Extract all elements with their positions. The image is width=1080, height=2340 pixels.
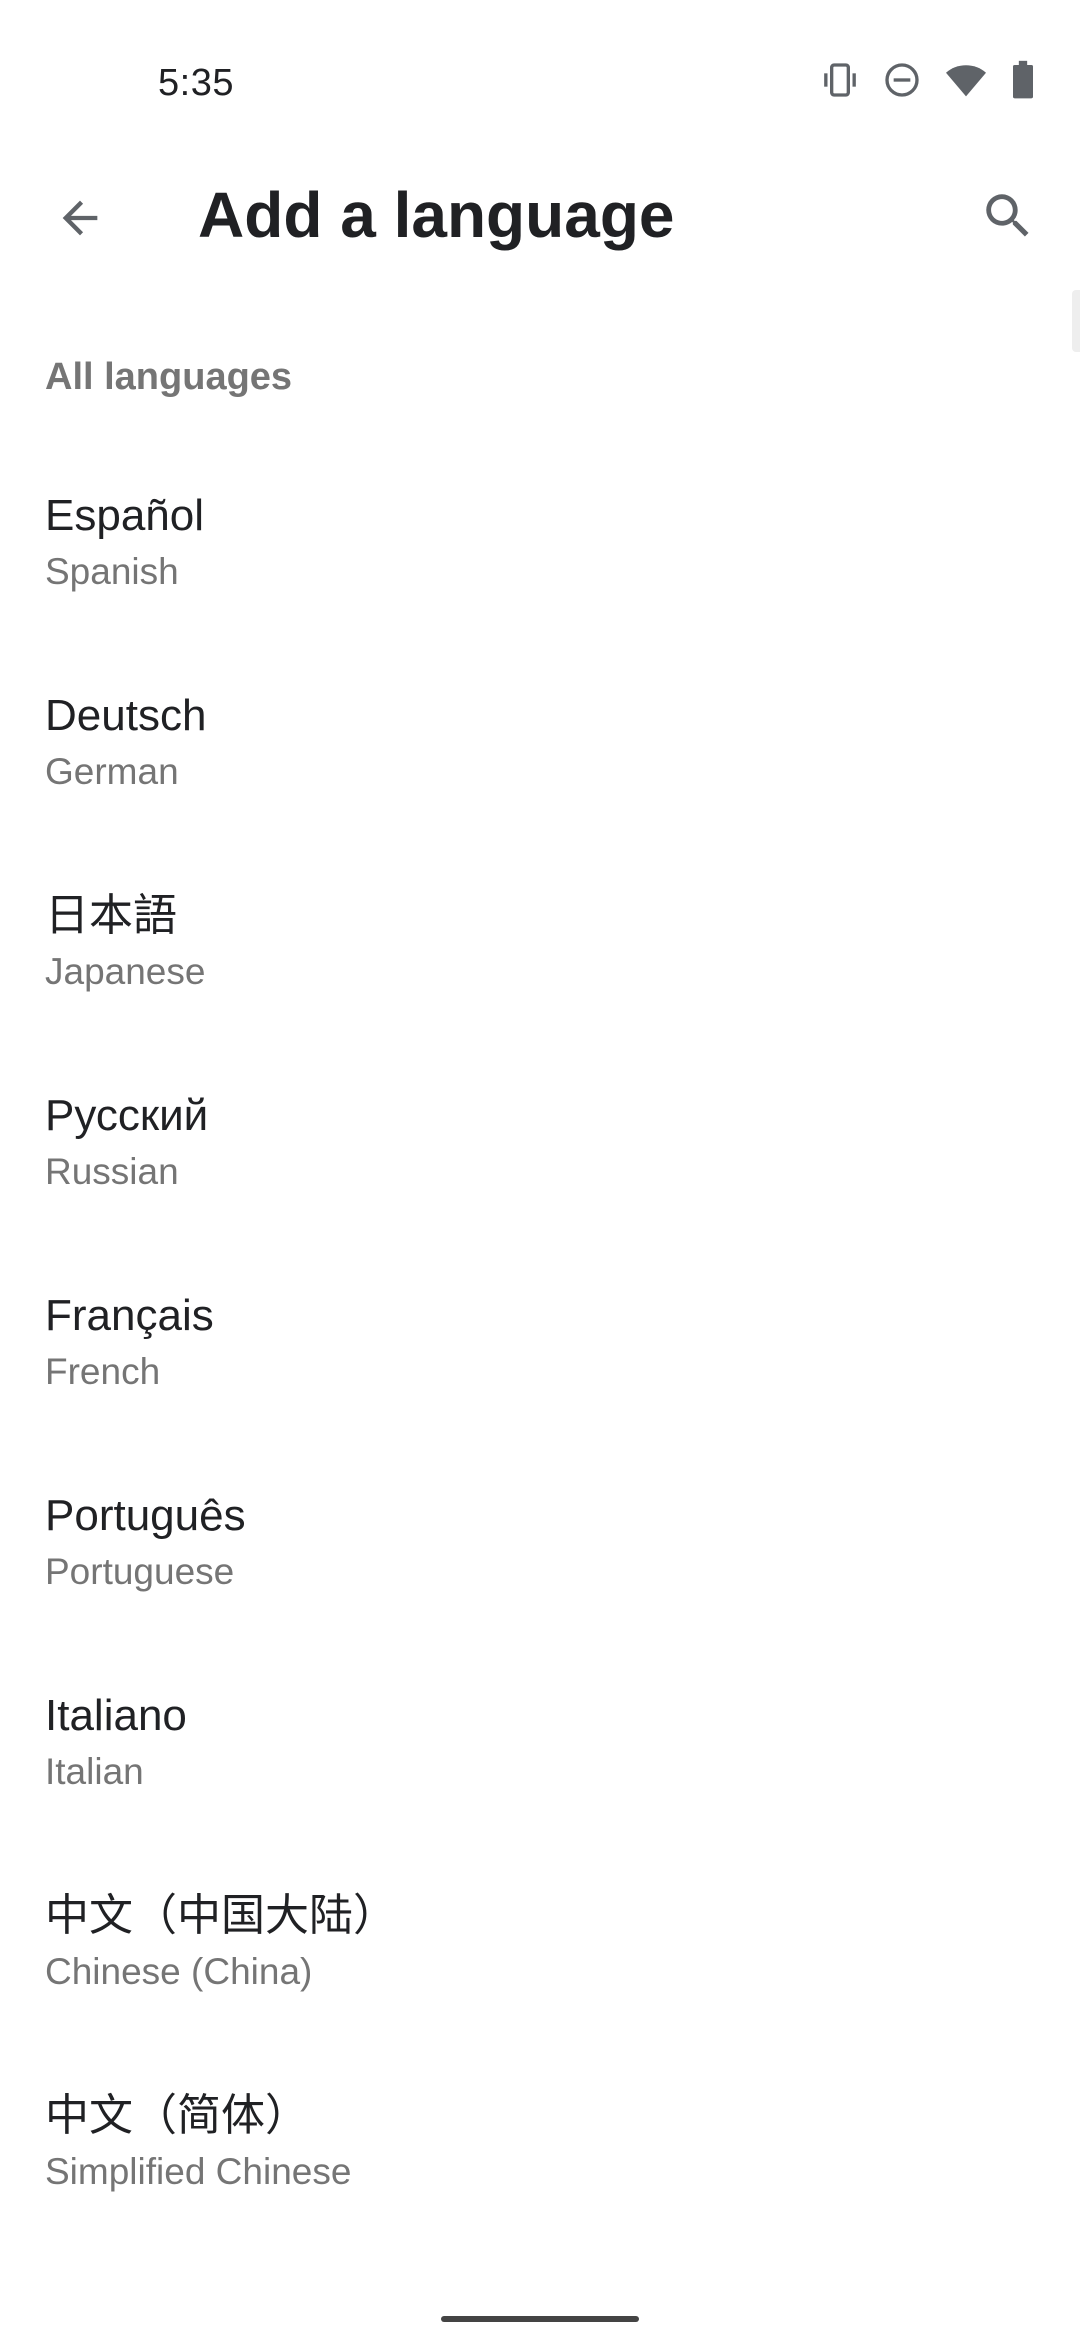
list-item[interactable]: 日本語 Japanese (0, 852, 1080, 1052)
list-item[interactable]: Français French (0, 1252, 1080, 1452)
list-item[interactable]: 中文（简体） Simplified Chinese (0, 2052, 1080, 2252)
language-native-name: 日本語 (45, 891, 177, 940)
arrow-back-icon (54, 192, 106, 249)
list-item[interactable]: Português Portuguese (0, 1452, 1080, 1652)
wifi-icon (944, 60, 988, 105)
language-list: Español Spanish Deutsch German 日本語 Japan… (0, 452, 1080, 2252)
language-native-name: Русский (45, 1091, 209, 1140)
language-native-name: Français (45, 1291, 214, 1340)
language-native-name: Português (45, 1491, 246, 1540)
status-bar: 5:35 (0, 0, 1080, 170)
status-time: 5:35 (158, 62, 234, 104)
search-button[interactable] (968, 178, 1048, 258)
list-item[interactable]: Deutsch German (0, 652, 1080, 852)
vibrate-icon (820, 60, 860, 105)
list-item[interactable]: 中文（中国大陆） Chinese (China) (0, 1852, 1080, 2052)
language-english-name: Japanese (45, 951, 206, 992)
language-english-name: Chinese (China) (45, 1951, 313, 1992)
language-native-name: 中文（中国大陆） (45, 1891, 397, 1940)
page-title: Add a language (198, 179, 675, 251)
battery-icon (1010, 60, 1036, 105)
language-picker-screen: 5:35 Add a language All languages Españo… (0, 0, 1080, 2340)
language-english-name: French (45, 1351, 161, 1392)
language-native-name: Deutsch (45, 691, 207, 740)
status-icons (820, 60, 1036, 104)
language-native-name: Español (45, 491, 205, 540)
language-english-name: Italian (45, 1751, 144, 1792)
language-english-name: Portuguese (45, 1551, 235, 1592)
language-native-name: 中文（简体） (45, 2091, 309, 2140)
app-bar: Add a language (0, 170, 1080, 260)
language-native-name: Italiano (45, 1691, 187, 1740)
language-english-name: Spanish (45, 551, 179, 592)
do-not-disturb-icon (882, 60, 922, 105)
language-english-name: Russian (45, 1151, 179, 1192)
gesture-nav-handle[interactable] (441, 2316, 639, 2322)
search-icon (979, 187, 1037, 250)
list-item[interactable]: Español Spanish (0, 452, 1080, 652)
language-english-name: Simplified Chinese (45, 2151, 352, 2192)
back-button[interactable] (40, 180, 120, 260)
section-header: All languages (45, 356, 293, 398)
language-english-name: German (45, 751, 179, 792)
scrollbar[interactable] (1072, 290, 1080, 352)
list-item[interactable]: Italiano Italian (0, 1652, 1080, 1852)
list-item[interactable]: Русский Russian (0, 1052, 1080, 1252)
